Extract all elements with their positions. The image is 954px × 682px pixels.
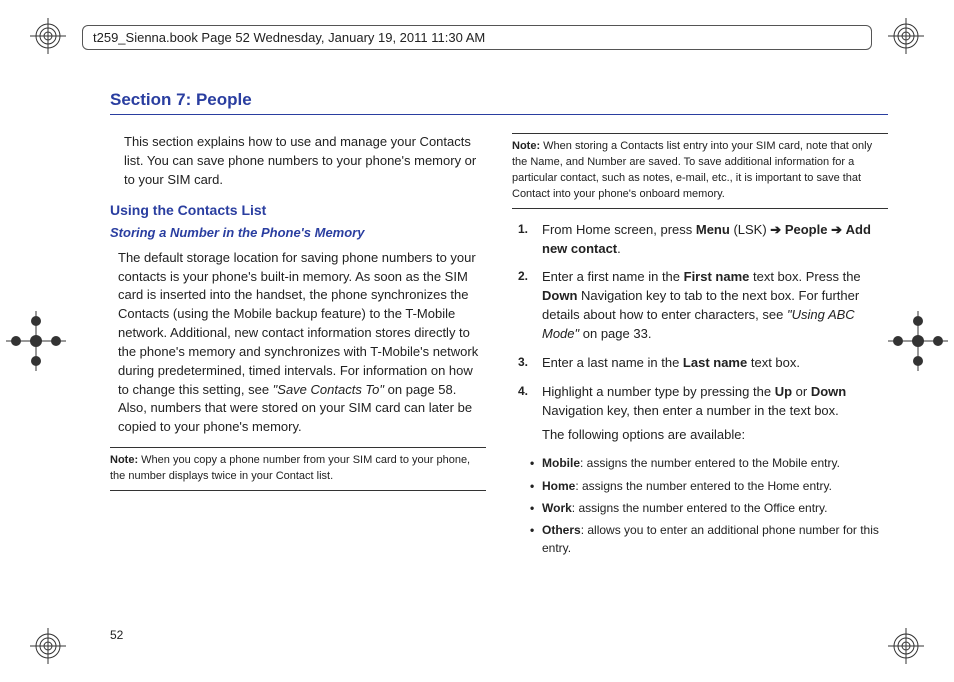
- reg-mark-tr: [888, 18, 924, 54]
- t: or: [792, 384, 811, 399]
- step-num: 2.: [518, 268, 542, 343]
- desc: : allows you to enter an additional phon…: [542, 523, 879, 554]
- right-column: Note: When storing a Contacts list entry…: [512, 133, 888, 562]
- number-type-list: Mobile: assigns the number entered to th…: [512, 455, 888, 557]
- first-name-label: First name: [684, 269, 750, 284]
- subheading-storing-number: Storing a Number in the Phone's Memory: [110, 224, 486, 243]
- step-3: 3. Enter a last name in the Last name te…: [518, 354, 888, 373]
- note-text: When storing a Contacts list entry into …: [512, 140, 872, 200]
- t: text box. Press the: [749, 269, 860, 284]
- options-intro: The following options are available:: [542, 426, 888, 445]
- desc: : assigns the number entered to the Offi…: [572, 501, 828, 515]
- note-text: When you copy a phone number from your S…: [110, 454, 470, 482]
- up-key-label: Up: [775, 384, 792, 399]
- left-column: This section explains how to use and man…: [110, 133, 486, 562]
- label: Home: [542, 479, 575, 493]
- t: Enter a first name in the: [542, 269, 684, 284]
- t: .: [617, 241, 621, 256]
- bullet-others: Others: allows you to enter an additiona…: [530, 522, 888, 557]
- reg-mark-tl: [30, 18, 66, 54]
- step-num: 1.: [518, 221, 542, 259]
- menu-label: Menu: [696, 222, 730, 237]
- cross-mark-left: [6, 311, 66, 371]
- step-num: 3.: [518, 354, 542, 373]
- bullet-work: Work: assigns the number entered to the …: [530, 500, 888, 517]
- step-1: 1. From Home screen, press Menu (LSK) ➔ …: [518, 221, 888, 259]
- reg-mark-br: [888, 628, 924, 664]
- t: on page 33.: [579, 326, 651, 341]
- t: From Home screen, press: [542, 222, 696, 237]
- step-2: 2. Enter a first name in the First name …: [518, 268, 888, 343]
- bullet-mobile: Mobile: assigns the number entered to th…: [530, 455, 888, 472]
- heading-using-contacts: Using the Contacts List: [110, 200, 486, 220]
- t: (LSK): [730, 222, 770, 237]
- down-key-label: Down: [542, 288, 577, 303]
- body-memory-text: The default storage location for saving …: [110, 249, 486, 437]
- label: Work: [542, 501, 572, 515]
- cross-mark-right: [888, 311, 948, 371]
- people-label: People: [785, 222, 828, 237]
- note-sim-storage: Note: When storing a Contacts list entry…: [512, 133, 888, 209]
- page-content: Section 7: People This section explains …: [110, 90, 888, 622]
- t: Enter a last name in the: [542, 355, 683, 370]
- desc: : assigns the number entered to the Mobi…: [580, 456, 840, 470]
- reg-mark-bl: [30, 628, 66, 664]
- steps-list: 1. From Home screen, press Menu (LSK) ➔ …: [512, 221, 888, 445]
- bullet-home: Home: assigns the number entered to the …: [530, 478, 888, 495]
- step-num: 4.: [518, 383, 542, 446]
- last-name-label: Last name: [683, 355, 747, 370]
- t: Highlight a number type by pressing the: [542, 384, 775, 399]
- t: text box.: [747, 355, 800, 370]
- arrow-icon: ➔: [770, 222, 781, 237]
- desc: : assigns the number entered to the Home…: [575, 479, 832, 493]
- down-key-label: Down: [811, 384, 846, 399]
- note-copy-sim: Note: When you copy a phone number from …: [110, 447, 486, 491]
- step-4: 4. Highlight a number type by pressing t…: [518, 383, 888, 446]
- section-title: Section 7: People: [110, 90, 888, 115]
- label: Mobile: [542, 456, 580, 470]
- note-label: Note:: [512, 140, 540, 152]
- body-text-1: The default storage location for saving …: [118, 250, 478, 397]
- label: Others: [542, 523, 581, 537]
- note-label: Note:: [110, 454, 138, 466]
- arrow-icon: ➔: [831, 222, 842, 237]
- page-number: 52: [110, 628, 123, 642]
- intro-text: This section explains how to use and man…: [110, 133, 486, 190]
- ref-save-contacts: "Save Contacts To": [273, 382, 384, 397]
- header-filename: t259_Sienna.book Page 52 Wednesday, Janu…: [82, 25, 872, 50]
- t: Navigation key, then enter a number in t…: [542, 403, 839, 418]
